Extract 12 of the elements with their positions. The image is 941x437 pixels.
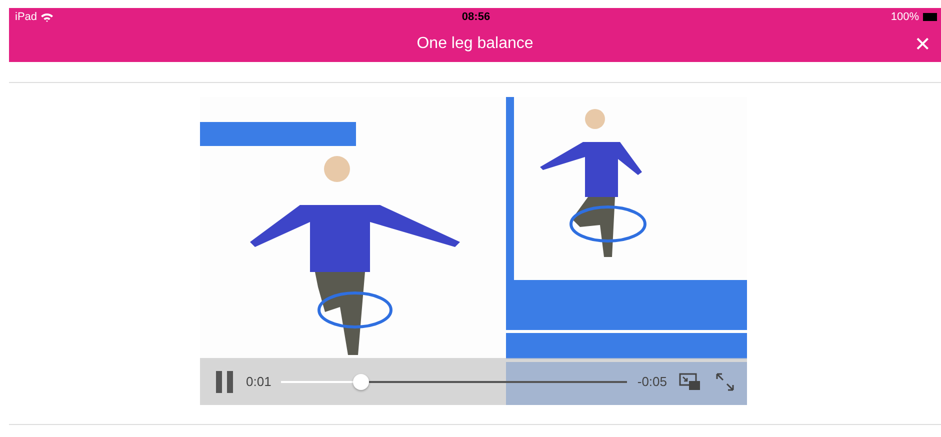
battery-icon [922, 13, 937, 21]
slider-thumb[interactable] [352, 374, 369, 390]
clock-time: 08:56 [462, 11, 490, 23]
remaining-time: -0:05 [637, 374, 667, 389]
battery-percent: 100% [890, 11, 919, 23]
picture-in-picture-button[interactable] [677, 370, 703, 392]
page-title: One leg balance [416, 35, 534, 53]
close-button[interactable]: ✕ [912, 32, 933, 56]
pause-button[interactable] [214, 368, 236, 394]
elapsed-time: 0:01 [246, 374, 272, 389]
wifi-icon [41, 12, 54, 22]
device-name: iPad [15, 11, 38, 23]
